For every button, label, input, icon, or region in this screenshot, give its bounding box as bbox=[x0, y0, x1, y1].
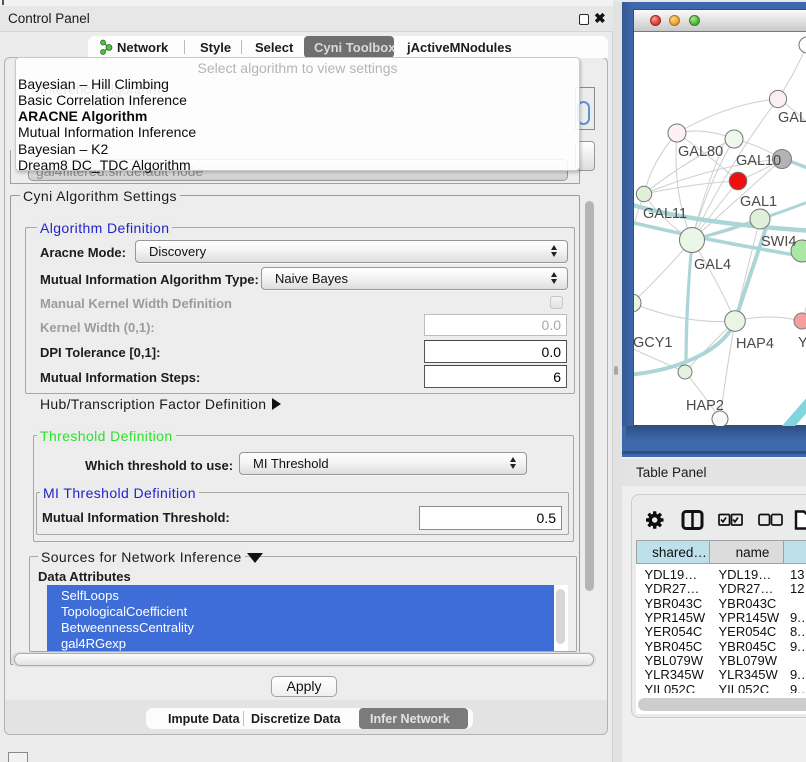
svg-text:Y: Y bbox=[798, 335, 806, 351]
svg-text:GCY1: GCY1 bbox=[634, 335, 673, 351]
svg-text:GAL4: GAL4 bbox=[694, 257, 731, 273]
svg-text:HAP2: HAP2 bbox=[686, 398, 724, 414]
svg-text:SWI4: SWI4 bbox=[761, 234, 796, 250]
svg-text:GAL11: GAL11 bbox=[643, 206, 687, 222]
svg-text:GAL1: GAL1 bbox=[740, 194, 777, 210]
svg-text:HAP4: HAP4 bbox=[736, 336, 774, 352]
svg-text:GAL80: GAL80 bbox=[678, 144, 723, 160]
svg-text:GAL10: GAL10 bbox=[736, 153, 781, 169]
svg-text:GAL2: GAL2 bbox=[778, 110, 806, 126]
